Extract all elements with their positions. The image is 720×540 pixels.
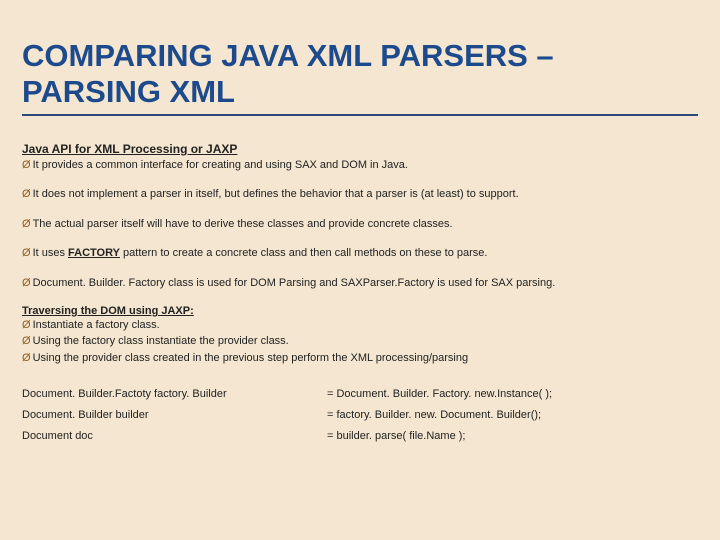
bullet-item: Ø The actual parser itself will have to … [22, 217, 698, 232]
bullet-icon: Ø [22, 276, 31, 291]
code-line: Document doc [22, 426, 327, 447]
bullet-icon: Ø [22, 187, 31, 202]
code-line: = builder. parse( file.Name ); [327, 426, 698, 447]
bullet-pre: It uses [33, 247, 68, 259]
code-left-column: Document. Builder.Factoty factory. Build… [22, 384, 327, 447]
code-line: Document. Builder.Factoty factory. Build… [22, 384, 327, 405]
section-title: Java API for XML Processing or JAXP [22, 142, 698, 156]
page-title: COMPARING JAVA XML PARSERS – PARSING XML [22, 38, 698, 116]
step-text: Using the factory class instantiate the … [33, 334, 698, 349]
code-block: Document. Builder.Factoty factory. Build… [22, 384, 698, 447]
bullet-icon: Ø [22, 318, 31, 333]
bullet-bold: FACTORY [68, 247, 120, 259]
subheading: Traversing the DOM using JAXP: [22, 305, 698, 317]
code-right-column: = Document. Builder. Factory. new.Instan… [327, 384, 698, 447]
bullet-text: Document. Builder. Factory class is used… [33, 276, 698, 291]
bullet-text: It does not implement a parser in itself… [33, 187, 698, 202]
bullet-item: Ø It provides a common interface for cre… [22, 158, 698, 173]
code-line: Document. Builder builder [22, 405, 327, 426]
bullet-post: pattern to create a concrete class and t… [120, 247, 488, 259]
bullet-icon: Ø [22, 334, 31, 349]
bullet-icon: Ø [22, 246, 31, 261]
bullet-icon: Ø [22, 351, 31, 366]
bullet-icon: Ø [22, 217, 31, 232]
bullet-text: The actual parser itself will have to de… [33, 217, 698, 232]
bullet-text: It uses FACTORY pattern to create a conc… [33, 246, 698, 261]
step-item: Ø Instantiate a factory class. [22, 318, 698, 333]
step-item: Ø Using the factory class instantiate th… [22, 334, 698, 349]
step-text: Instantiate a factory class. [33, 318, 698, 333]
bullet-item: Ø It does not implement a parser in itse… [22, 187, 698, 202]
code-line: = factory. Builder. new. Document. Build… [327, 405, 698, 426]
step-item: Ø Using the provider class created in th… [22, 351, 698, 366]
bullet-text: It provides a common interface for creat… [33, 158, 698, 173]
step-text: Using the provider class created in the … [33, 351, 698, 366]
bullet-icon: Ø [22, 158, 31, 173]
bullet-item: Ø It uses FACTORY pattern to create a co… [22, 246, 698, 261]
bullet-item: Ø Document. Builder. Factory class is us… [22, 276, 698, 291]
code-line: = Document. Builder. Factory. new.Instan… [327, 384, 698, 405]
